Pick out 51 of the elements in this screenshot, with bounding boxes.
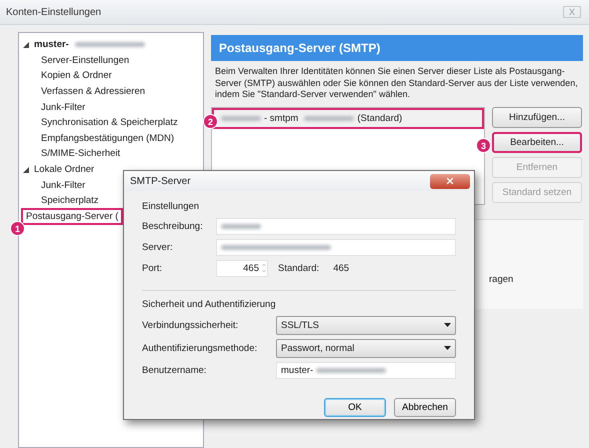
input-field[interactable]: muster- <box>276 362 456 378</box>
redaction-mark <box>221 116 261 120</box>
dropdown[interactable]: Passwort, normal <box>276 338 456 358</box>
field-label: Port: <box>142 262 164 274</box>
dropdown-arrow-icon <box>444 346 451 350</box>
action-button[interactable]: Hinzufügen... <box>492 106 582 128</box>
field-label: Authentifizierungsmethode: <box>142 342 258 354</box>
window-title: Konten-Einstellungen <box>6 6 102 18</box>
tree-item[interactable]: Speicherplatz <box>38 194 102 208</box>
dropdown-arrow-icon <box>444 323 451 327</box>
field-label: Verbindungssicherheit: <box>142 320 240 330</box>
input-field[interactable] <box>216 238 456 256</box>
redaction-mark <box>74 42 145 48</box>
tree-item[interactable]: Junk-Filter <box>38 100 88 114</box>
tree-item[interactable]: Synchronisation & Speicherplatz <box>38 116 181 130</box>
server-entry[interactable]: - smtpm (Standard) <box>214 110 482 126</box>
tree-item[interactable]: Verfassen & Adressieren <box>38 85 148 98</box>
step-badge: 3 <box>476 138 491 153</box>
step-badge: 1 <box>10 221 25 236</box>
tree-item[interactable]: Empfangsbestätigungen (MDN) <box>38 132 178 145</box>
default-tag: (Standard) <box>357 112 402 124</box>
dialog-button[interactable]: OK <box>324 398 386 417</box>
tree-item[interactable]: muster- <box>31 38 72 52</box>
default-port: 465 <box>333 262 350 274</box>
group-label: Einstellungen <box>142 201 200 212</box>
expand-triangle-icon[interactable] <box>23 166 29 173</box>
redaction-mark <box>304 116 354 120</box>
dropdown[interactable]: SSL/TLS <box>276 316 456 334</box>
tree-item[interactable]: S/MIME-Sicherheit <box>38 147 124 160</box>
field-label: Server: <box>142 242 174 252</box>
dialog-title: SMTP-Server <box>130 176 191 186</box>
server-name: - smtpm <box>264 112 298 124</box>
expand-triangle-icon[interactable] <box>23 42 29 48</box>
default-label: Standard: <box>278 262 320 274</box>
tree-item[interactable]: Junk-Filter <box>38 178 88 192</box>
close-icon <box>445 176 455 186</box>
tree-item[interactable]: Kopien & Ordner <box>38 69 115 82</box>
tree-item[interactable]: Postausgang-Server ( <box>23 210 122 223</box>
tree-item[interactable]: Server-Einstellungen <box>38 54 132 67</box>
field-label: Benutzername: <box>142 364 208 376</box>
group-label: Sicherheit und Authentifizierung <box>142 299 277 310</box>
port-spinner[interactable]: 465 <box>216 260 268 276</box>
input-field[interactable] <box>216 218 456 234</box>
panel-heading: Postausgang-Server (SMTP) <box>211 35 583 61</box>
close-button[interactable] <box>430 174 470 188</box>
tree-item[interactable]: Lokale Ordner <box>31 163 98 176</box>
dialog-button[interactable]: Abbrechen <box>394 398 456 417</box>
details-text: ragen <box>489 274 514 284</box>
description-text: Beim Verwalten Ihrer Identitäten können Sie einen Server dieser Liste als Postausgang-Server (SMTP) auswählen oder Sie können den Standard-Server aus der Liste verwenden, indem Sie "Standard-Server verwenden" wählen. <box>215 66 579 100</box>
action-button[interactable]: Bearbeiten... <box>492 132 582 152</box>
field-label: Beschreibung: <box>142 220 204 232</box>
